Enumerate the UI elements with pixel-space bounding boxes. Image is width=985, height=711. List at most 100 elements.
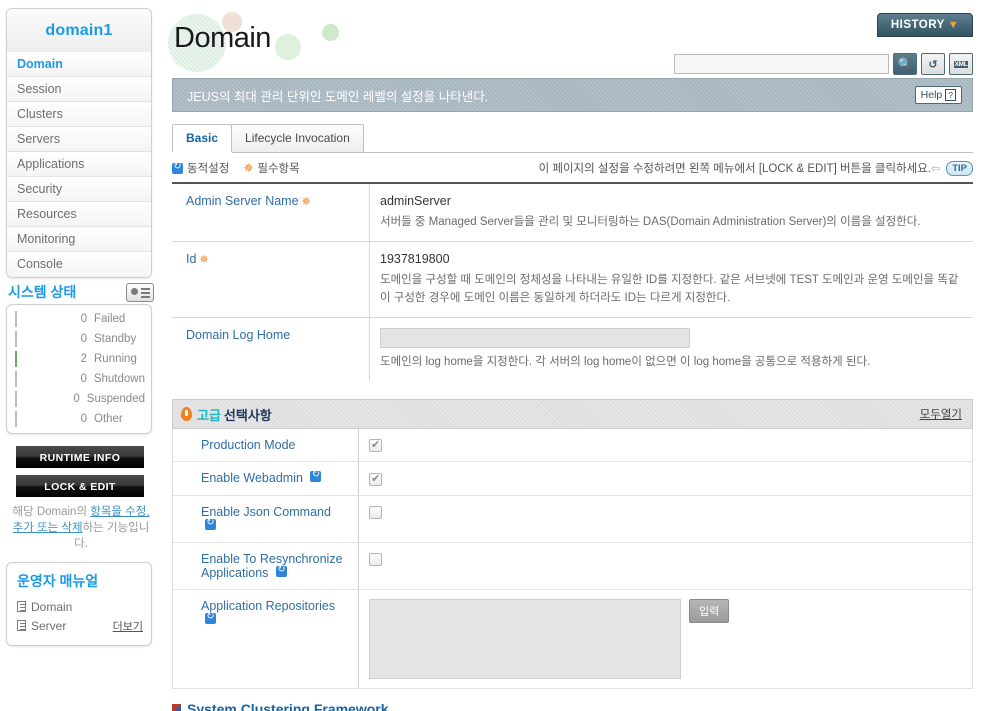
label-text: Production Mode [201,438,296,452]
label-text: Domain Log Home [186,328,291,342]
status-label-shutdown: Shutdown [93,373,145,385]
status-label-standby: Standby [94,333,137,345]
tip-text: 이 페이지의 설정을 수정하려면 왼쪽 메뉴에서 [LOCK & EDIT] 버… [538,163,931,175]
manual-label-server: Server [31,618,67,633]
manual-item-domain[interactable]: Domain [17,597,143,616]
search-icon[interactable]: 🔍 [893,53,917,75]
status-count-shutdown: 0 [80,373,87,385]
advanced-settings-table: Production Mode Enable Webadmin Enable J… [172,429,973,689]
label-text: Id [186,252,197,266]
operator-manual-card: 운영자 매뉴얼 Domain Server 더보기 [6,562,152,646]
field-value-enable-webadmin [359,462,972,494]
sidebar-item-console[interactable]: Console [7,252,151,277]
label-text: Admin Server Name [186,194,299,208]
field-value-application-repositories: 입력 [359,590,972,688]
manual-item-server[interactable]: Server 더보기 [17,616,143,635]
enable-webadmin-checkbox[interactable] [369,472,382,486]
sync-icon [275,563,287,577]
page-title: Domain [174,22,271,54]
tab-basic[interactable]: Basic [172,124,233,152]
decor-circle-green-small [322,24,339,41]
sync-icon [172,160,183,174]
manual-label-domain: Domain [31,599,73,614]
value-text: 1937819800 [380,252,450,266]
enable-resynchronize-applications-checkbox[interactable] [369,552,382,566]
sidebar-item-security[interactable]: Security [7,177,151,202]
status-count-running: 2 [80,353,87,365]
runtime-info-button[interactable]: RUNTIME INFO [16,446,144,468]
sidebar-nav-list: Domain Session Clusters Servers Applicat… [7,52,151,277]
sidebar-item-clusters[interactable]: Clusters [7,102,151,127]
advanced-title-rest: 선택사항 [223,407,272,423]
application-repositories-submit-button[interactable]: 입력 [689,598,730,623]
table-row: Application Repositories 입력 [173,589,972,689]
field-value-domain-log-home: 도메인의 log home을 지정한다. 각 서버의 log home이 없으면… [370,318,973,381]
expand-all-link[interactable]: 모두열기 [920,406,962,422]
tab-bar: Basic Lifecycle Invocation [172,124,973,153]
sidebar-item-servers[interactable]: Servers [7,127,151,152]
status-bar-running [15,351,17,367]
manual-more-link[interactable]: 더보기 [113,618,143,634]
production-mode-checkbox[interactable] [369,438,382,453]
status-label-running: Running [94,353,137,365]
status-row: 2 Running [7,349,151,369]
page-header: Domain HISTORY ▼ 🔍 ↺ XML [160,0,985,78]
sidebar-nav-card: domain1 Domain Session Clusters Servers … [6,8,152,278]
lock-and-edit-button[interactable]: LOCK & EDIT [16,475,144,497]
label-text: Enable Json Command [201,504,331,519]
advanced-title-keyword: 고급 [197,407,221,423]
search-glyph: 🔍 [897,57,913,71]
label-text: Enable Webadmin [201,471,303,486]
field-label-application-repositories: Application Repositories [173,589,359,688]
section-marker-icon [172,704,181,711]
status-bar-failed [15,311,17,327]
field-value-production-mode [359,429,972,461]
sidebar-item-domain[interactable]: Domain [7,52,151,77]
application-repositories-textarea[interactable] [369,598,681,679]
help-button[interactable]: Help? [914,86,962,104]
status-bar-cell [15,351,71,367]
main-content: Domain HISTORY ▼ 🔍 ↺ XML JEUS의 최대 관리 단위인… [160,0,985,711]
status-row: 0 Other [7,409,151,429]
refresh-glyph: ↺ [928,58,938,71]
field-label-id: Id ✵ [172,242,370,317]
question-mark-icon: ? [945,89,956,101]
field-value-id: 1937819800 도메인을 구성할 때 도메인의 정체성을 나타내는 유일한… [370,242,973,317]
tab-lifecycle-invocation[interactable]: Lifecycle Invocation [231,124,364,152]
status-label-failed: Failed [94,313,126,325]
table-row: Enable Json Command [173,495,972,543]
status-row: 0 Standby [7,329,151,349]
search-input[interactable] [674,54,889,74]
history-button[interactable]: HISTORY ▼ [877,13,973,37]
status-row: 0 Failed [7,309,151,329]
table-row: Enable To Resynchronize Applications [173,542,972,590]
lock-edit-description: 해당 Domain의 항목을 수정, 추가 또는 삭제하는 기능입니다. [12,504,150,552]
asterisk-icon: ✵ [301,196,311,208]
notice-text: JEUS의 최대 관리 단위인 도메인 레벨의 설정을 나타낸다. [187,89,489,104]
refresh-icon[interactable]: ↺ [921,53,945,75]
enable-json-command-checkbox[interactable] [369,505,382,519]
domain-log-home-input[interactable] [380,328,690,348]
xml-export-icon[interactable]: XML [949,53,973,75]
operator-manual-title: 운영자 매뉴얼 [17,573,99,589]
sidebar-item-session[interactable]: Session [7,77,151,102]
decor-circle-green-large [275,34,301,60]
legend-dynamic: 동적설정 [172,160,229,176]
table-row: Domain Log Home 도메인의 log home을 지정한다. 각 서… [172,317,973,381]
monitor-icon[interactable] [126,282,154,302]
status-bar-cell [15,371,71,387]
legend-required: ✵ 필수항목 [243,160,299,176]
status-bar-cell [15,331,71,347]
sidebar-item-resources[interactable]: Resources [7,202,151,227]
field-label-enable-resynchronize-applications: Enable To Resynchronize Applications [173,542,359,589]
clustering-title: System Clustering Framework [187,700,389,711]
field-label-enable-json-command: Enable Json Command [173,495,359,542]
field-value-enable-resynchronize-applications [359,543,972,589]
field-label-admin-server-name: Admin Server Name ✵ [172,184,370,241]
application-repositories-wrap: 입력 [369,598,964,679]
sidebar-item-monitoring[interactable]: Monitoring [7,227,151,252]
label-text: Application Repositories [201,598,336,613]
status-label-other: Other [94,413,123,425]
field-description: 서버들 중 Managed Server들을 관리 및 모니터링하는 DAS(D… [380,216,921,228]
sidebar-item-applications[interactable]: Applications [7,152,151,177]
